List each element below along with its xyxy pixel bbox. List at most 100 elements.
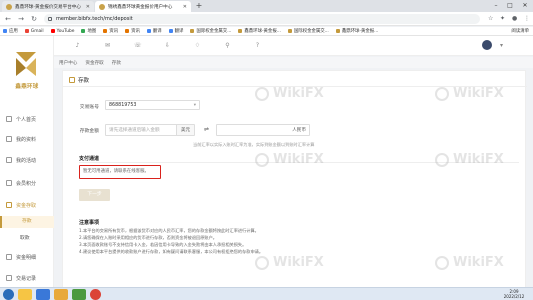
url-input[interactable]: member.bibfx.tech/mc/deposit [44, 14, 480, 24]
sidebar-item-activities[interactable]: 我的活动 [0, 153, 54, 167]
back-icon[interactable]: ← [3, 14, 13, 24]
clock-date: 2022/2/12 [503, 294, 525, 299]
address-bar-row: ← → ↻ member.bibfx.tech/mc/deposit ☆ ✦ ●… [0, 12, 533, 26]
bookmark-item[interactable]: 国际权金金属交... [287, 28, 329, 34]
activity-icon [6, 157, 12, 163]
sidebar-item-trade-records[interactable]: 交易记录 [0, 271, 54, 285]
bookmark-item[interactable]: 资讯 [103, 28, 118, 34]
sidebar-subitem-deposit[interactable]: 存款 [0, 216, 54, 228]
menu-icon[interactable]: ⋮ [524, 14, 530, 24]
file-explorer-icon[interactable] [18, 289, 32, 300]
sidebar-item-funds[interactable]: 资金存取 [0, 198, 54, 212]
apps-icon [3, 29, 7, 33]
link-icon[interactable]: ⚲ [224, 42, 231, 49]
bookmark-item[interactable]: Gmail [24, 29, 44, 34]
close-window-icon[interactable]: ✕ [518, 0, 532, 12]
bookmark-item[interactable]: 鑫鼎环球-黄金报... [238, 28, 281, 34]
deposit-card: 存款 交易账号 868819753 ▾ 存款金额 请先选择通道后输入金额 美元 … [62, 70, 527, 290]
sidebar-item-fund-details[interactable]: 资金明细 [0, 250, 54, 264]
help-icon[interactable]: ? [254, 42, 261, 49]
notification-icon[interactable]: ♢ [194, 42, 201, 49]
new-tab-button[interactable]: + [194, 1, 204, 11]
bookmarks-bar: 应用 Gmail YouTube 地图 资讯 资讯 翻译 翻译 国际权金金属交.… [0, 27, 533, 36]
site-favicon-icon [6, 3, 12, 10]
system-clock[interactable]: 2:09 2022/2/12 [499, 289, 529, 299]
start-button[interactable] [3, 289, 14, 300]
site-icon [287, 29, 292, 33]
amount-unit: 美元 [176, 125, 194, 135]
account-select[interactable]: 868819753 ▾ [105, 100, 200, 110]
note-item: 1.本平台的交易所有货币，根据该货币对应的人民币汇率，您的存款金额将按此时汇率进… [79, 228, 259, 233]
divider [63, 86, 527, 87]
translate-icon [168, 29, 173, 33]
note-item: 4.建议使用本平台提供的收款账户进行存款，如有疑问请联系客服，本公司有权拒绝您的… [79, 249, 264, 254]
note-item: 3.本页面收款账号不支持信用卡入金，若因信用卡导致的入金失败将由本人承担相关损失… [79, 242, 247, 247]
browser-tab[interactable]: 鑫鼎环球-黄金报价交易平台中心 ✕ [2, 1, 94, 12]
channel-title: 支付通道 [79, 156, 100, 162]
close-tab-icon[interactable]: ✕ [86, 4, 90, 10]
close-tab-icon[interactable]: ✕ [183, 4, 187, 10]
sidebar-subitem-withdraw[interactable]: 取款 [0, 233, 54, 245]
youtube-icon [50, 29, 55, 33]
bookmark-item[interactable]: 应用 [3, 28, 18, 34]
sidebar-item-home[interactable]: 个人首页 [0, 112, 54, 126]
message-icon[interactable]: ✉ [104, 42, 111, 49]
extensions-icon[interactable]: ✦ [500, 14, 505, 24]
chat-icon[interactable]: ☏ [134, 42, 142, 49]
breadcrumb-item[interactable]: 用户中心 [59, 60, 77, 66]
next-button[interactable]: 下一步 [79, 189, 110, 201]
browser-tab-strip: 鑫鼎环球-黄金报价交易平台中心 ✕ 锦绣鑫鼎环球黄金报价用户中心 ✕ + – □… [0, 0, 533, 12]
breadcrumb-item[interactable]: 资金存取 [85, 60, 103, 66]
bookmark-item[interactable]: 地图 [81, 28, 96, 34]
windows-taskbar: 2:09 2022/2/12 [0, 287, 533, 300]
bookmark-item[interactable]: 鑫鼎环球-黄金报... [335, 28, 378, 34]
amount-input[interactable]: 请先选择通道后输入金额 美元 [105, 124, 195, 136]
document-icon [6, 136, 12, 142]
maximize-icon[interactable]: □ [503, 0, 517, 12]
rmb-amount-input[interactable]: 人民币 [216, 124, 310, 136]
download-icon[interactable]: ⇩ [164, 42, 171, 49]
records-icon [6, 275, 12, 281]
points-icon [6, 180, 12, 186]
ie-icon[interactable] [36, 289, 50, 300]
browser-tab-active[interactable]: 锦绣鑫鼎环球黄金报价用户中心 ✕ [95, 1, 191, 12]
list-icon [6, 254, 12, 260]
minimize-icon[interactable]: – [489, 0, 503, 12]
avatar[interactable] [482, 40, 492, 50]
folder-icon[interactable] [54, 289, 68, 300]
bookmark-item[interactable]: 翻译 [146, 28, 162, 34]
account-value: 868819753 [109, 103, 137, 108]
rmb-unit: 人民币 [292, 128, 306, 133]
breadcrumb: 用户中心 资金存取 存款 [54, 57, 533, 68]
amount-label: 存款金额 [79, 129, 99, 134]
page-title: 存款 [69, 76, 89, 84]
sidebar-item-profile[interactable]: 我的资料 [0, 132, 54, 146]
site-icon [335, 29, 340, 33]
app-icon[interactable] [72, 289, 86, 300]
lock-icon [48, 17, 52, 21]
app-header: ♪ ✉ ☏ ⇩ ♢ ⚲ ? ▾ [54, 36, 533, 56]
bookmark-item[interactable]: YouTube [50, 29, 74, 34]
reading-list-button[interactable]: 阅读清单 [511, 27, 529, 36]
sidebar-item-points[interactable]: 会员积分 [0, 176, 54, 190]
chrome-icon[interactable] [90, 289, 101, 300]
tab-title: 锦绣鑫鼎环球黄金报价用户中心 [108, 4, 173, 10]
rate-hint: 当前汇率以实际入账时汇率为准，实际到账金额以到账时汇率计算 [193, 142, 315, 147]
brand-name: 鑫鼎环球 [15, 84, 39, 90]
tab-title: 鑫鼎环球-黄金报价交易平台中心 [15, 4, 81, 10]
profile-icon[interactable]: ● [512, 14, 517, 24]
bookmark-item[interactable]: 翻译 [168, 28, 183, 34]
bookmark-star-icon[interactable]: ☆ [488, 14, 493, 24]
bookmark-item[interactable]: 国际权金金属交... [190, 28, 231, 34]
microphone-icon[interactable]: ♪ [74, 42, 81, 49]
chevron-down-icon[interactable]: ▾ [498, 42, 505, 49]
url-text: member.bibfx.tech/mc/deposit [56, 16, 133, 22]
bookmark-item[interactable]: 资讯 [125, 28, 140, 34]
reload-icon[interactable]: ↻ [29, 14, 39, 24]
user-icon [6, 116, 12, 122]
amount-placeholder: 请先选择通道后输入金额 [109, 128, 160, 133]
site-icon [238, 29, 243, 33]
translate-icon [146, 29, 151, 33]
site-icon [190, 29, 195, 33]
forward-icon[interactable]: → [16, 14, 26, 24]
